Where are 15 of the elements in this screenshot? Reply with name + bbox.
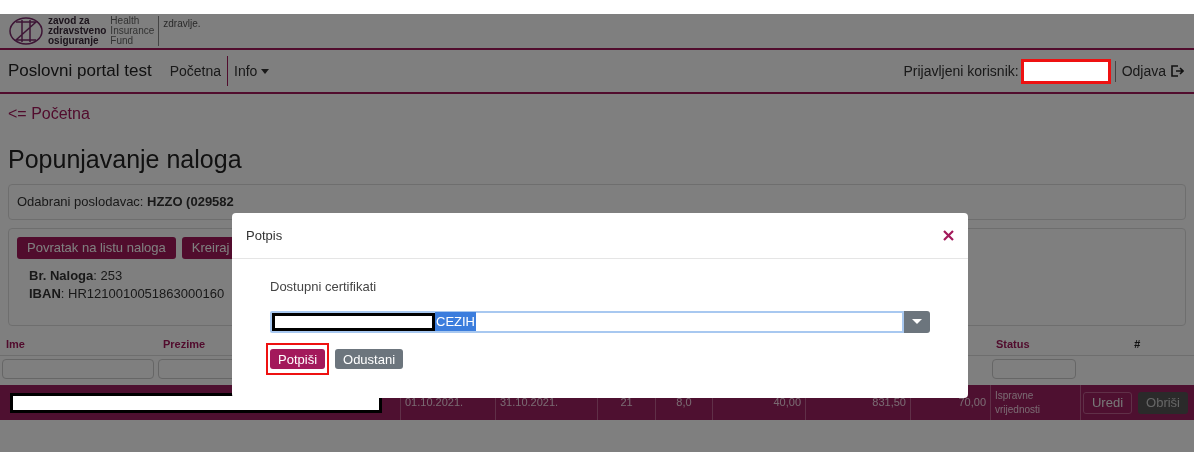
logo-text: Insurance — [110, 26, 155, 36]
status-cell: Ispravne vrijednosti — [990, 385, 1080, 420]
logo-tagline: zdravlje. — [163, 17, 201, 31]
page-heading: Popunjavanje naloga — [8, 144, 243, 174]
field-label: Dostupni certifikati — [270, 278, 378, 296]
selected-text: CEZIH — [435, 311, 476, 332]
logo-text: osiguranje — [48, 36, 100, 46]
detail-text: Br. Naloga: 253 — [29, 267, 123, 285]
logo-text: zavod za — [48, 16, 91, 26]
logo-text: Health — [110, 16, 141, 26]
user-label: Prijavljeni korisnik: — [903, 61, 1019, 81]
logo-text: zdravstveno — [48, 26, 107, 36]
detail-text: IBAN: HR1210010051863000160 — [29, 285, 225, 303]
logo-text: Fund — [110, 36, 135, 46]
employer-text: Odabrani poslodavac: HZZO (029582 — [17, 193, 234, 212]
